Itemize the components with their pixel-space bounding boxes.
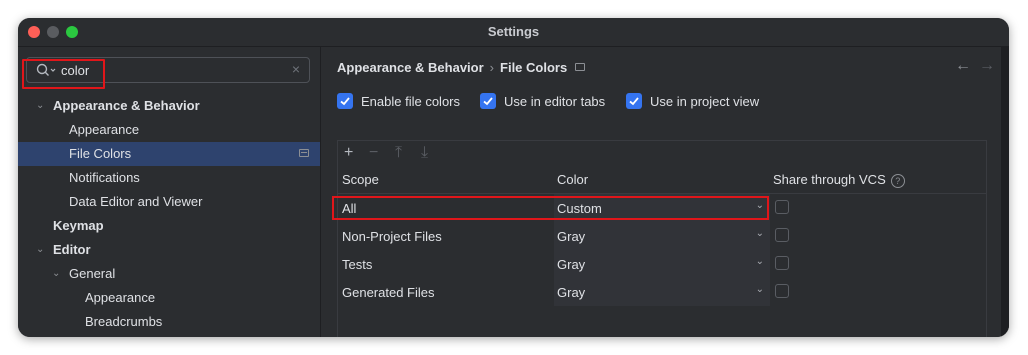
sidebar-item[interactable]: Appearance [18, 118, 320, 142]
file-colors-panel: + − ⤒ ⤓ Scope Color Share through VCS? A… [332, 140, 987, 337]
column-header-color[interactable]: Color [557, 172, 588, 187]
sidebar-item-label: Breadcrumbs [85, 314, 163, 329]
sidebar-item[interactable]: Breadcrumbs [18, 310, 320, 334]
settings-window: Settings color × ⌄ Appearance & Behavior A… [18, 18, 1009, 337]
help-icon[interactable]: ? [890, 174, 905, 188]
window-icon [299, 149, 309, 157]
color-dropdown[interactable]: Gray ⌄ [554, 250, 770, 278]
sidebar-item-label: Data Editor and Viewer [69, 194, 203, 209]
window-title: Settings [487, 24, 540, 39]
settings-content: Appearance & Behavior › File Colors ← → En… [321, 47, 1009, 337]
column-header-vcs[interactable]: Share through VCS? [773, 172, 905, 188]
sidebar-item-label: Appearance [85, 290, 156, 305]
share-vcs-checkbox[interactable] [775, 200, 789, 214]
chevron-down-icon[interactable]: ⌄ [52, 262, 60, 286]
sidebar-item[interactable]: File Colors [18, 142, 320, 166]
title-bar: Settings [18, 18, 1009, 47]
checkbox-label: Enable file colors [361, 94, 460, 109]
color-value: Gray [557, 229, 586, 244]
table-row[interactable]: Non-Project Files Gray ⌄ [338, 222, 986, 250]
chevron-down-icon: ⌄ [755, 228, 764, 239]
row-highlight-box [332, 196, 769, 220]
table-toolbar: + − ⤒ ⤓ [338, 141, 986, 167]
sidebar-item-label: General [69, 266, 116, 281]
table-row[interactable]: All Custom ⌄ [332, 194, 986, 222]
color-value: Gray [557, 285, 586, 300]
table-body: All Custom ⌄ Non-Project Files Gray ⌄ Tests Gra… [332, 194, 986, 306]
scope-cell: Non-Project Files [342, 229, 442, 244]
checkbox-checked-icon [480, 93, 496, 109]
color-dropdown[interactable]: Gray ⌄ [554, 222, 770, 250]
checkbox-checked-icon [337, 93, 353, 109]
sidebar-item[interactable]: Appearance [18, 286, 320, 310]
column-header-vcs-label: Share through VCS [773, 172, 886, 187]
settings-tree: ⌄ Appearance & Behavior Appearance File Col… [18, 94, 320, 334]
forward-button[interactable]: → [979, 57, 995, 75]
sidebar-item[interactable]: Data Editor and Viewer [18, 190, 320, 214]
breadcrumb-current: File Colors [500, 60, 568, 75]
table-header: Scope Color Share through VCS? [338, 167, 986, 194]
color-value: Gray [557, 257, 586, 272]
chevron-down-icon: ⌄ [755, 284, 764, 295]
search-highlight-box [22, 59, 105, 89]
breadcrumb-parent[interactable]: Appearance & Behavior [337, 60, 484, 75]
sidebar-item[interactable]: Notifications [18, 166, 320, 190]
arrow-up-icon[interactable]: ⤒ [395, 144, 402, 162]
share-vcs-checkbox[interactable] [775, 228, 789, 242]
sidebar-item-label: Notifications [69, 170, 140, 185]
share-vcs-checkbox[interactable] [775, 284, 789, 298]
file-colors-table: Scope Color Share through VCS? All Custom… [332, 167, 986, 306]
sidebar-item-label: Keymap [53, 218, 104, 233]
chevron-down-icon[interactable]: ⌄ [36, 238, 44, 262]
table-row[interactable]: Tests Gray ⌄ [338, 250, 986, 278]
chevron-right-icon: › [489, 60, 495, 75]
back-button[interactable]: ← [955, 57, 971, 75]
chevron-down-icon[interactable]: ⌄ [36, 94, 44, 118]
settings-sidebar: color × ⌄ Appearance & Behavior Appearance… [18, 47, 321, 337]
window-icon [575, 63, 586, 71]
sidebar-item-label: File Colors [69, 146, 132, 161]
scope-cell: Tests [342, 257, 373, 272]
sidebar-item-label: Editor [53, 242, 91, 257]
sidebar-item[interactable]: ⌄ Editor [18, 238, 320, 262]
column-header-scope[interactable]: Scope [342, 172, 379, 187]
checkbox-checked-icon [626, 93, 642, 109]
color-dropdown[interactable]: Gray ⌄ [554, 278, 770, 306]
checkbox-label: Use in project view [650, 94, 760, 109]
sidebar-item-label: Appearance & Behavior [53, 98, 200, 113]
scope-cell: Generated Files [342, 285, 435, 300]
share-vcs-checkbox[interactable] [775, 256, 789, 270]
sidebar-item[interactable]: ⌄ General [18, 262, 320, 286]
checkbox-label: Use in editor tabs [504, 94, 606, 109]
chevron-down-icon: ⌄ [755, 256, 764, 267]
table-row[interactable]: Generated Files Gray ⌄ [338, 278, 986, 306]
plus-icon[interactable]: + [344, 144, 353, 162]
sidebar-item[interactable]: ⌄ Appearance & Behavior [18, 94, 320, 118]
arrow-down-icon[interactable]: ⤓ [421, 144, 428, 162]
sidebar-item[interactable]: Keymap [18, 214, 320, 238]
clear-search-icon[interactable]: × [292, 61, 300, 77]
window-edge [1001, 47, 1009, 337]
breadcrumb: Appearance & Behavior › File Colors [337, 60, 586, 75]
minus-icon[interactable]: − [369, 144, 378, 162]
sidebar-item-label: Appearance [69, 122, 140, 137]
